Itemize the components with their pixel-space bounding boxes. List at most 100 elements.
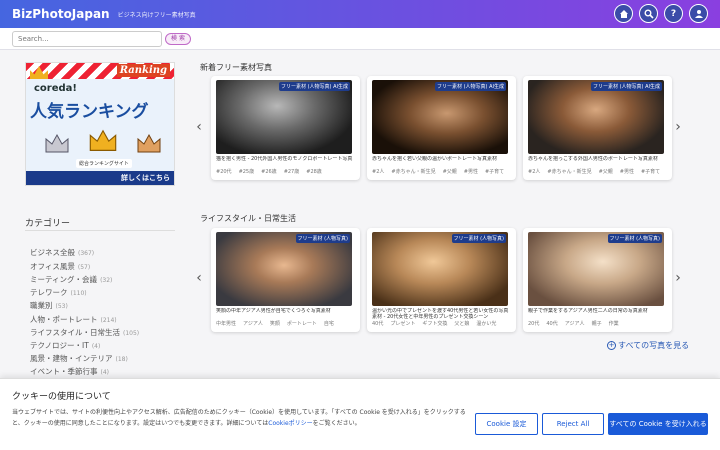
cookie-text-end: をご覧ください。: [312, 420, 361, 427]
tag-link[interactable]: 20代: [528, 320, 539, 327]
tag-link[interactable]: #28歳: [306, 168, 322, 175]
tag-link[interactable]: #男性: [620, 168, 634, 175]
photo-card[interactable]: フリー素材 (人物写真) AI生成 赤ちゃんを抱っこする外国人男性のポートレート…: [523, 76, 672, 180]
sidebar-item-count: (4): [100, 369, 110, 376]
sidebar-item[interactable]: オフィス風景 (57): [30, 261, 90, 272]
accept-all-button[interactable]: すべての Cookie を受け入れる: [608, 413, 708, 435]
photo-caption[interactable]: 温かい光の中でプレゼントを渡す40代男性と若い女性の写真素材 - 20代女性と中…: [372, 308, 511, 320]
photo-card[interactable]: フリー素材 (人物写真) 笑顔の中年アジア人男性が自宅でくつろぐ写真素材 中年男…: [211, 228, 360, 332]
sidebar-item[interactable]: ミーティング・会議 (32): [30, 274, 112, 285]
tag-link[interactable]: 父と娘: [454, 320, 469, 327]
photo-badge: フリー素材 (人物写真) AI生成: [435, 82, 506, 91]
help-icon[interactable]: ?: [664, 4, 683, 23]
sidebar-item[interactable]: 職業別 (53): [30, 300, 68, 311]
photo-caption[interactable]: 親子で作業をするアジア人男性二人の日常の写真素材: [528, 308, 667, 314]
photo-caption[interactable]: 赤ちゃんを抱っこする外国人男性のポートレート写真素材: [528, 156, 667, 162]
photo-tags: 40代 プレゼント ギフト交換 父と娘 温かい光: [372, 320, 496, 327]
tag-link[interactable]: #子育て: [485, 168, 504, 175]
photo-thumbnail[interactable]: フリー素材 (人物写真): [528, 232, 664, 306]
tag-link[interactable]: 笑顔: [270, 320, 280, 327]
sidebar-item-label: 職業別: [30, 301, 53, 310]
tag-link[interactable]: #赤ちゃん・新生児: [391, 168, 435, 175]
tag-link[interactable]: #男性: [464, 168, 478, 175]
tag-link[interactable]: #赤ちゃん・新生児: [547, 168, 591, 175]
photo-thumbnail[interactable]: フリー素材 (人物写真) AI生成: [372, 80, 508, 154]
photo-badge: フリー素材 (人物写真): [451, 234, 506, 243]
banner-more-link[interactable]: 詳しくはこちら: [121, 173, 170, 183]
user-icon[interactable]: [689, 4, 708, 23]
photo-card[interactable]: フリー素材 (人物写真) 親子で作業をするアジア人男性二人の日常の写真素材 20…: [523, 228, 672, 332]
tag-link[interactable]: #2人: [528, 168, 540, 175]
next-arrow-icon[interactable]: ›: [672, 119, 684, 135]
site-logo[interactable]: BizPhotoJapan: [12, 7, 110, 21]
site-tagline: ビジネス向けフリー素材写真: [117, 11, 196, 19]
home-icon[interactable]: [614, 4, 633, 23]
sidebar-item-count: (18): [115, 356, 128, 363]
tag-link[interactable]: #父親: [443, 168, 457, 175]
sidebar-item-label: テクノロジー・IT: [30, 341, 89, 350]
photo-caption[interactable]: 猫を抱く男性 - 20代外国人男性のモノクロポートレート写真: [216, 156, 355, 162]
photo-tags: 中年男性 アジア人 笑顔 ポートレート 自宅: [216, 320, 334, 327]
tag-link[interactable]: ギフト交換: [422, 320, 447, 327]
photo-caption[interactable]: 赤ちゃんを抱く若い父親の温かいポートレート写真素材: [372, 156, 511, 162]
sidebar-item[interactable]: テレワーク (110): [30, 287, 87, 298]
sidebar-title: カテゴリー: [25, 219, 71, 229]
prev-arrow-icon[interactable]: ‹: [193, 270, 205, 286]
cookie-settings-button[interactable]: Cookie 設定: [475, 413, 538, 435]
header-icons: ?: [614, 4, 708, 23]
photo-tags: #2人 #赤ちゃん・新生児 #父親 #男性 #子育て: [372, 168, 504, 175]
photo-caption[interactable]: 笑顔の中年アジア人男性が自宅でくつろぐ写真素材: [216, 308, 355, 314]
photo-thumbnail[interactable]: フリー素材 (人物写真) AI生成: [528, 80, 664, 154]
reject-all-button[interactable]: Reject All: [542, 413, 604, 435]
search-button[interactable]: 検 索: [165, 33, 191, 45]
tag-link[interactable]: #27歳: [284, 168, 300, 175]
tag-link[interactable]: 作業: [609, 320, 619, 327]
photo-badge: フリー素材 (人物写真) AI生成: [279, 82, 350, 91]
ranking-banner[interactable]: Ranking coreda! 人気ランキング 総合ランキングサイト 詳しくはこ…: [25, 62, 175, 186]
tag-link[interactable]: 自宅: [324, 320, 334, 327]
tag-link[interactable]: ポートレート: [287, 320, 317, 327]
sidebar-item-label: オフィス風景: [30, 262, 75, 271]
plus-circle-icon: +: [607, 341, 616, 350]
see-all-label: すべての写真を見る: [618, 341, 690, 350]
see-all-link[interactable]: + すべての写真を見る: [607, 340, 689, 351]
tag-link[interactable]: 中年男性: [216, 320, 236, 327]
tag-link[interactable]: #父親: [599, 168, 613, 175]
tag-link[interactable]: #26歳: [261, 168, 277, 175]
search-icon[interactable]: [639, 4, 658, 23]
tag-link[interactable]: 親子: [592, 320, 602, 327]
sidebar-item-count: (105): [123, 330, 140, 337]
photo-thumbnail[interactable]: フリー素材 (人物写真): [216, 232, 352, 306]
tag-link[interactable]: #20代: [216, 168, 232, 175]
cookie-policy-link[interactable]: Cookieポリシー: [268, 420, 312, 427]
sidebar-item[interactable]: イベント・季節行事 (4): [30, 366, 109, 377]
tag-link[interactable]: アジア人: [243, 320, 263, 327]
sidebar-item[interactable]: ビジネス全般 (367): [30, 247, 94, 258]
sidebar-item[interactable]: テクノロジー・IT (4): [30, 340, 100, 351]
photo-thumbnail[interactable]: フリー素材 (人物写真) AI生成: [216, 80, 352, 154]
cookie-text: 当ウェブサイトでは、サイトの利便性向上やアクセス解析、広告配信のためにクッキー（…: [12, 407, 467, 429]
tag-link[interactable]: アジア人: [565, 320, 585, 327]
sidebar-item-label: ライフスタイル・日常生活: [30, 328, 120, 337]
tag-link[interactable]: #2人: [372, 168, 384, 175]
photo-card[interactable]: フリー素材 (人物写真) 温かい光の中でプレゼントを渡す40代男性と若い女性の写…: [367, 228, 516, 332]
sidebar-item[interactable]: ライフスタイル・日常生活 (105): [30, 327, 139, 338]
tag-link[interactable]: 40代: [546, 320, 557, 327]
next-arrow-icon[interactable]: ›: [672, 270, 684, 286]
photo-card[interactable]: フリー素材 (人物写真) AI生成 猫を抱く男性 - 20代外国人男性のモノクロ…: [211, 76, 360, 180]
sidebar-item[interactable]: 人物・ポートレート (214): [30, 314, 117, 325]
photo-card[interactable]: フリー素材 (人物写真) AI生成 赤ちゃんを抱く若い父親の温かいポートレート写…: [367, 76, 516, 180]
sidebar-item-label: ビジネス全般: [30, 248, 75, 257]
tag-link[interactable]: #25歳: [239, 168, 255, 175]
tag-link[interactable]: #子育て: [641, 168, 660, 175]
sidebar-item-count: (53): [55, 303, 68, 310]
search-input[interactable]: [12, 31, 162, 47]
gold-crown-icon: [89, 129, 117, 151]
sidebar-item[interactable]: 風景・建物・インテリア (18): [30, 353, 128, 364]
tag-link[interactable]: プレゼント: [390, 320, 415, 327]
tag-link[interactable]: 温かい光: [476, 320, 496, 327]
tag-link[interactable]: 40代: [372, 320, 383, 327]
prev-arrow-icon[interactable]: ‹: [193, 119, 205, 135]
photo-thumbnail[interactable]: フリー素材 (人物写真): [372, 232, 508, 306]
section-title-new: 新着フリー素材写真: [200, 63, 272, 72]
